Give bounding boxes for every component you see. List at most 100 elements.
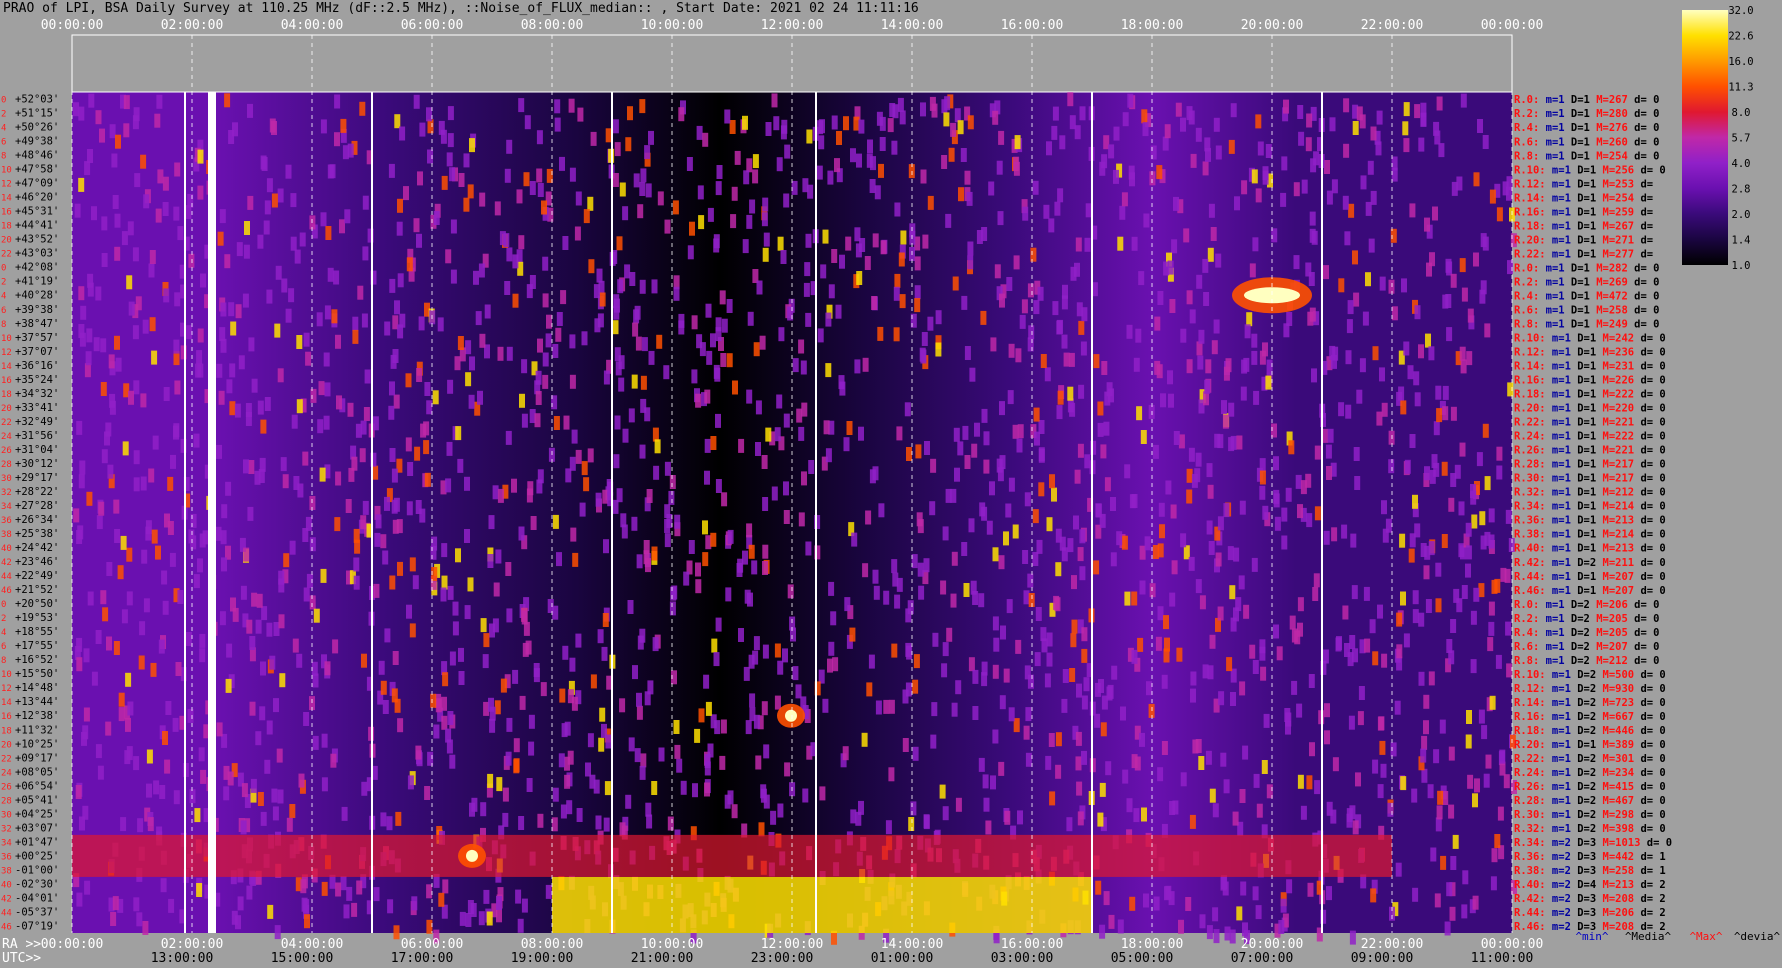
row-index-15: 6 — [1, 306, 6, 316]
ray-stat-15: R.6: m=1 D=1 M=258 d= 0 — [1514, 304, 1659, 316]
ra-tick-bottom-8: 16:00:00 — [1001, 937, 1064, 952]
legend-max: ^Max^ — [1689, 930, 1722, 943]
dec-label-46: +10°25' — [15, 738, 59, 750]
row-index-47: 22 — [1, 754, 12, 764]
ra-tick-bottom-0: 00:00:00 — [41, 937, 104, 952]
ray-stat-53: R.34: m=2 D=3 M=1013 d= 0 — [1514, 837, 1672, 849]
row-index-13: 2 — [1, 278, 6, 288]
ra-axis-label: RA >> — [2, 937, 41, 952]
ray-stat-7: R.14: m=1 D=1 M=254 d= — [1514, 192, 1653, 204]
row-index-23: 22 — [1, 418, 12, 428]
utc-tick-3: 19:00:00 — [511, 951, 574, 966]
row-index-58: 44 — [1, 908, 12, 918]
row-index-36: 0 — [1, 600, 6, 610]
row-index-32: 40 — [1, 544, 12, 554]
ray-stat-28: R.32: m=1 D=1 M=212 d= 0 — [1514, 487, 1666, 499]
row-index-57: 42 — [1, 894, 12, 904]
ray-stat-31: R.38: m=1 D=1 M=214 d= 0 — [1514, 529, 1666, 541]
dec-label-45: +11°32' — [15, 724, 59, 736]
dec-label-43: +13°44' — [15, 696, 59, 708]
dec-label-47: +09°17' — [15, 752, 59, 764]
row-index-24: 24 — [1, 432, 12, 442]
ray-stat-10: R.20: m=1 D=1 M=271 d= — [1514, 234, 1653, 246]
ray-stat-18: R.12: m=1 D=1 M=236 d= 0 — [1514, 347, 1666, 359]
dec-label-2: +50°26' — [15, 122, 59, 134]
dec-label-59: -07°19' — [15, 920, 59, 932]
ray-stat-20: R.16: m=1 D=1 M=226 d= 0 — [1514, 375, 1666, 387]
row-index-56: 40 — [1, 880, 12, 890]
dec-label-24: +31°56' — [15, 430, 59, 442]
dec-label-35: +21°52' — [15, 584, 59, 596]
ra-tick-bottom-4: 08:00:00 — [521, 937, 584, 952]
dec-label-33: +23°46' — [15, 556, 59, 568]
ray-stat-45: R.18: m=1 D=2 M=446 d= 0 — [1514, 725, 1666, 737]
dec-label-38: +18°55' — [15, 626, 59, 638]
ray-stat-13: R.2: m=1 D=1 M=269 d= 0 — [1514, 276, 1659, 288]
ra-tick-top-12: 00:00:00 — [1481, 18, 1544, 33]
ray-stat-2: R.4: m=1 D=1 M=276 d= 0 — [1514, 122, 1659, 134]
dec-label-21: +34°32' — [15, 388, 59, 400]
row-index-25: 26 — [1, 446, 12, 456]
dec-label-42: +14°48' — [15, 682, 59, 694]
ray-stat-11: R.22: m=1 D=1 M=277 d= — [1514, 248, 1653, 260]
colorbar-tick-1: 22.6 — [1728, 31, 1753, 43]
dec-label-7: +46°20' — [15, 192, 59, 204]
dec-label-0: +52°03' — [15, 94, 59, 106]
ray-stat-51: R.30: m=1 D=2 M=298 d= 0 — [1514, 809, 1666, 821]
ra-tick-top-1: 02:00:00 — [161, 18, 224, 33]
ra-tick-top-4: 08:00:00 — [521, 18, 584, 33]
row-index-10: 20 — [1, 236, 12, 246]
ray-stat-6: R.12: m=1 D=1 M=253 d= — [1514, 178, 1653, 190]
colorbar-tick-4: 8.0 — [1732, 107, 1751, 119]
dec-label-37: +19°53' — [15, 612, 59, 624]
ray-stat-24: R.24: m=1 D=1 M=222 d= 0 — [1514, 431, 1666, 443]
dec-label-9: +44°41' — [15, 220, 59, 232]
row-index-48: 24 — [1, 768, 12, 778]
dec-label-36: +20°50' — [15, 598, 59, 610]
row-index-55: 38 — [1, 866, 12, 876]
utc-tick-1: 15:00:00 — [271, 951, 334, 966]
ra-tick-bottom-11: 22:00:00 — [1361, 937, 1424, 952]
dec-label-18: +37°07' — [15, 346, 59, 358]
row-index-22: 20 — [1, 404, 12, 414]
dec-label-22: +33°41' — [15, 402, 59, 414]
row-index-45: 18 — [1, 726, 12, 736]
row-index-2: 4 — [1, 124, 6, 134]
row-index-17: 10 — [1, 334, 12, 344]
ray-stat-49: R.26: m=1 D=2 M=415 d= 0 — [1514, 781, 1666, 793]
utc-tick-7: 03:00:00 — [991, 951, 1054, 966]
ray-stat-32: R.40: m=1 D=1 M=213 d= 0 — [1514, 543, 1666, 555]
ray-stat-50: R.28: m=1 D=2 M=467 d= 0 — [1514, 795, 1666, 807]
dec-label-8: +45°31' — [15, 206, 59, 218]
dec-label-57: -04°01' — [15, 892, 59, 904]
dec-label-28: +28°22' — [15, 486, 59, 498]
ray-stat-56: R.40: m=2 D=4 M=213 d= 2 — [1514, 879, 1666, 891]
ra-tick-top-2: 04:00:00 — [281, 18, 344, 33]
row-index-53: 34 — [1, 838, 12, 848]
row-index-18: 12 — [1, 348, 12, 358]
dec-label-15: +39°38' — [15, 304, 59, 316]
dec-label-55: -01°00' — [15, 864, 59, 876]
ra-tick-top-9: 18:00:00 — [1121, 18, 1184, 33]
dec-label-56: -02°30' — [15, 878, 59, 890]
dec-label-13: +41°19' — [15, 276, 59, 288]
row-index-21: 18 — [1, 390, 12, 400]
utc-tick-4: 21:00:00 — [631, 951, 694, 966]
row-index-41: 10 — [1, 670, 12, 680]
ray-stat-12: R.0: m=1 D=1 M=282 d= 0 — [1514, 262, 1659, 274]
colorbar-tick-5: 5.7 — [1732, 133, 1751, 145]
colorbar — [1682, 10, 1728, 265]
row-index-38: 4 — [1, 628, 6, 638]
row-index-39: 6 — [1, 642, 6, 652]
ray-stat-40: R.8: m=1 D=2 M=212 d= 0 — [1514, 655, 1659, 667]
row-index-43: 14 — [1, 698, 12, 708]
ray-stat-26: R.28: m=1 D=1 M=217 d= 0 — [1514, 459, 1666, 471]
row-index-20: 16 — [1, 376, 12, 386]
dec-label-11: +43°03' — [15, 248, 59, 260]
dec-label-14: +40°28' — [15, 290, 59, 302]
colorbar-tick-9: 1.4 — [1732, 235, 1751, 247]
dec-label-5: +47°58' — [15, 164, 59, 176]
colorbar-tick-10: 1.0 — [1732, 260, 1751, 272]
row-index-28: 32 — [1, 488, 12, 498]
ray-stat-19: R.14: m=1 D=1 M=231 d= 0 — [1514, 361, 1666, 373]
